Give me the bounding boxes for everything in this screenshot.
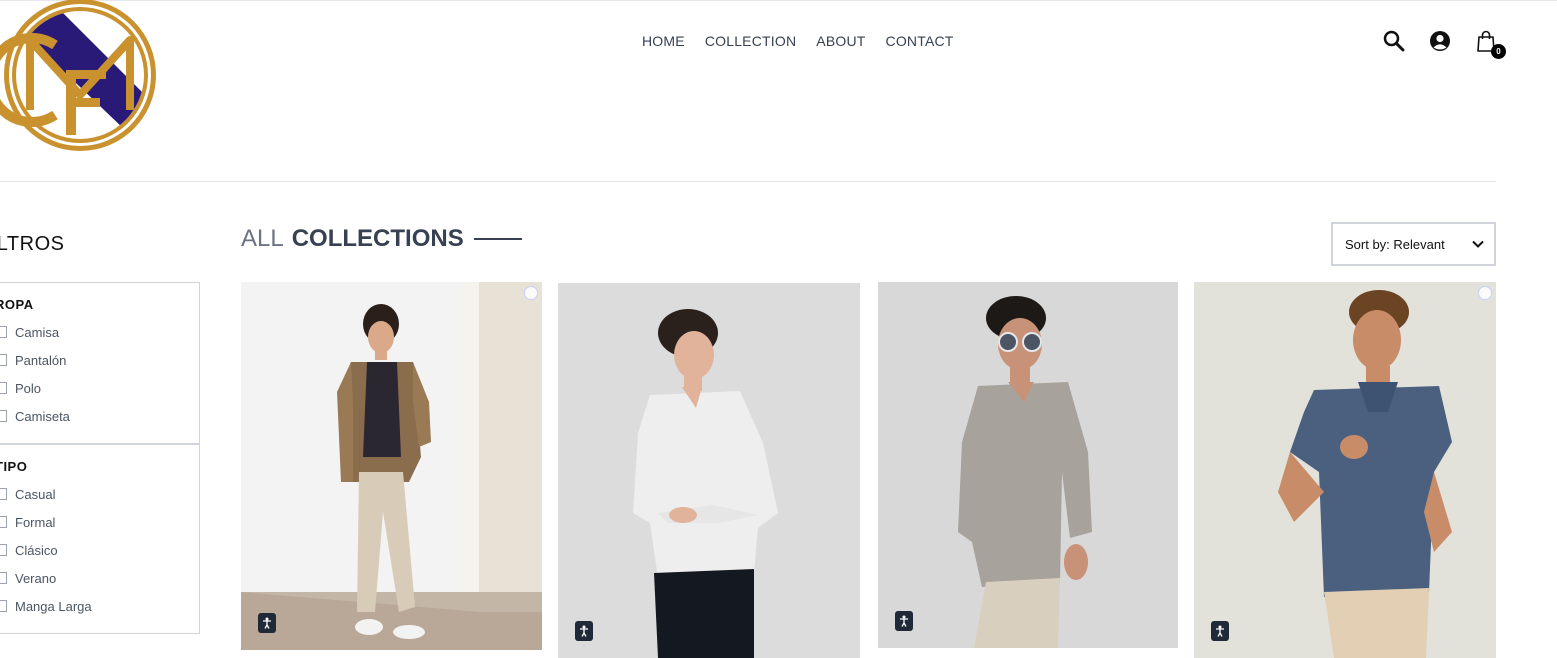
product-image: [878, 282, 1178, 648]
sort-select[interactable]: Sort by: Relevant: [1331, 222, 1496, 266]
header-icons: 0: [1382, 29, 1506, 59]
title-light: ALL: [241, 225, 284, 252]
nav-about[interactable]: ABOUT: [816, 33, 865, 49]
nav-home[interactable]: HOME: [642, 33, 685, 49]
filter-heading: TIPO: [0, 459, 28, 474]
filter-option-manga-larga[interactable]: Manga Larga: [0, 600, 199, 628]
checkbox[interactable]: [0, 326, 7, 338]
search-icon[interactable]: [1382, 29, 1406, 53]
filter-option-label: Manga Larga: [15, 599, 92, 614]
zoom-icon[interactable]: [524, 286, 538, 300]
title-bold: COLLECTIONS: [291, 225, 464, 252]
sort-label: Sort by: Relevant: [1345, 236, 1445, 252]
checkbox[interactable]: [0, 410, 7, 422]
top-border: [0, 0, 1557, 1]
filter-option-formal[interactable]: Formal: [0, 516, 199, 544]
checkbox[interactable]: [0, 544, 7, 556]
filter-option-pantalon[interactable]: Pantalón: [0, 354, 199, 382]
checkbox[interactable]: [0, 488, 7, 500]
product-card[interactable]: [558, 283, 860, 658]
filter-option-camiseta[interactable]: Camiseta: [0, 410, 199, 438]
cart-count-badge: 0: [1491, 44, 1506, 59]
filter-option-label: Verano: [15, 571, 57, 586]
filter-option-label: Clásico: [15, 543, 58, 558]
filter-option-label: Pantalón: [15, 353, 67, 368]
filter-group-tipo: TIPO Casual Formal Clásico Verano Manga …: [0, 444, 200, 634]
filter-option-casual[interactable]: Casual: [0, 488, 199, 516]
checkbox[interactable]: [0, 600, 7, 612]
nav-collection[interactable]: COLLECTION: [705, 33, 796, 49]
zoom-icon[interactable]: [1478, 286, 1492, 300]
filter-option-clasico[interactable]: Clásico: [0, 544, 199, 572]
main-nav: HOME COLLECTION ABOUT CONTACT: [642, 33, 954, 49]
accessibility-icon[interactable]: [1211, 621, 1229, 641]
product-card[interactable]: [878, 282, 1178, 648]
filter-heading: ROPA: [0, 297, 34, 312]
cart-icon[interactable]: 0: [1474, 29, 1506, 59]
profile-icon[interactable]: [1428, 29, 1452, 53]
filter-option-label: Camisa: [15, 325, 60, 340]
filter-option-label: Polo: [15, 381, 42, 396]
filter-option-label: Camiseta: [15, 409, 70, 424]
checkbox[interactable]: [0, 354, 7, 366]
accessibility-icon[interactable]: [575, 621, 593, 641]
checkbox[interactable]: [0, 572, 7, 584]
accessibility-icon[interactable]: [895, 611, 913, 631]
product-card[interactable]: [241, 282, 542, 650]
product-image: [558, 283, 860, 658]
product-image: [1194, 282, 1496, 658]
checkbox[interactable]: [0, 516, 7, 528]
filter-option-camisa[interactable]: Camisa: [0, 326, 199, 354]
filter-group-ropa: ROPA Camisa Pantalón Polo Camiseta: [0, 282, 200, 444]
title-rule: [473, 238, 522, 240]
brand-logo[interactable]: [0, 0, 160, 152]
filter-option-polo[interactable]: Polo: [0, 382, 199, 410]
filters-title[interactable]: FILTROS: [0, 233, 64, 256]
product-image: [241, 282, 542, 650]
chevron-down-icon: [1472, 240, 1484, 248]
product-card[interactable]: [1194, 282, 1496, 658]
nav-contact[interactable]: CONTACT: [886, 33, 954, 49]
collection-title: ALL COLLECTIONS: [241, 225, 522, 253]
filter-option-label: Formal: [15, 515, 56, 530]
filter-option-label: Casual: [15, 487, 56, 502]
header-divider: [0, 181, 1496, 182]
accessibility-icon[interactable]: [258, 613, 276, 633]
checkbox[interactable]: [0, 382, 7, 394]
filter-option-verano[interactable]: Verano: [0, 572, 199, 600]
